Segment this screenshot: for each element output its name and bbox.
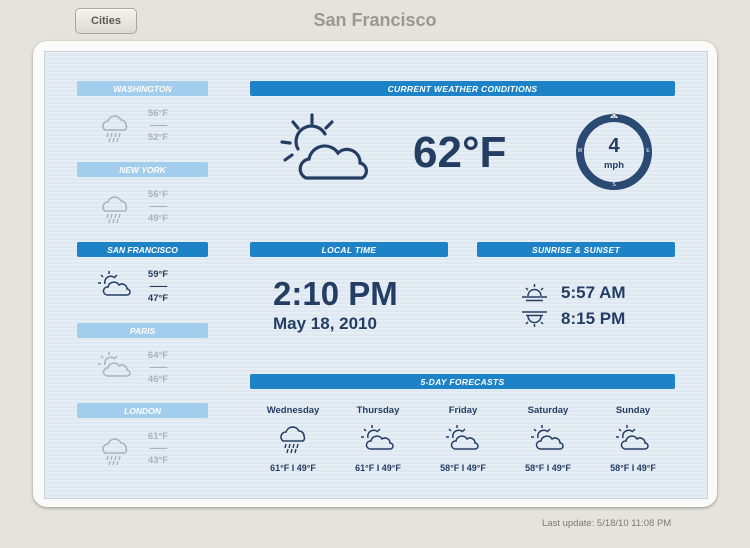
current-temperature: 62°F <box>413 128 507 177</box>
city-header-washington[interactable]: WASHINGTON <box>77 81 208 96</box>
forecast-temps: 58°F I 49°F <box>525 463 571 473</box>
sunrise-time: 5:57 AM <box>561 283 626 302</box>
navbar: Cities San Francisco <box>0 0 750 42</box>
city-header-san-francisco[interactable]: SAN FRANCISCO <box>77 242 208 257</box>
city-high: 56°F <box>147 108 169 119</box>
sunset-time: 8:15 PM <box>561 309 626 328</box>
partly-cloudy-icon <box>616 425 649 450</box>
rain-cloud-icon <box>102 438 128 466</box>
partly-cloudy-icon <box>98 352 131 377</box>
partly-cloudy-icon <box>531 425 564 450</box>
sunrise-icon <box>522 284 547 302</box>
forecast-temps: 61°F I 49°F <box>270 463 316 473</box>
partly-cloudy-icon <box>280 113 369 180</box>
city-low: 47°F <box>147 293 169 304</box>
forecast-day-name: Thursday <box>356 405 400 416</box>
forecast-temps: 58°F I 49°F <box>610 463 656 473</box>
wind-unit: mph <box>603 160 625 171</box>
city-low: 49°F <box>147 213 169 224</box>
partly-cloudy-icon <box>98 271 131 296</box>
last-update-label: Last update: 5/18/10 11:08 PM <box>542 518 672 529</box>
compass-north: N <box>612 115 616 121</box>
forecast-day-name: Sunday <box>615 405 651 416</box>
local-time: 2:10 PM <box>273 275 398 312</box>
city-temps-san-francisco: 59°F -------- 47°F <box>140 269 176 305</box>
forecast-day: Wednesday 61°F I 49°F <box>251 405 335 473</box>
city-temps-paris: 64°F -------- 46°F <box>140 350 176 386</box>
city-temps-new-york: 56°F -------- 49°F <box>140 189 176 225</box>
page-title: San Francisco <box>313 10 437 30</box>
city-temps-london: 61°F -------- 43°F <box>140 431 176 467</box>
temp-separator: -------- <box>149 362 167 373</box>
current-weather-header: CURRENT WEATHER CONDITIONS <box>250 81 675 96</box>
forecast-temps: 61°F I 49°F <box>355 463 401 473</box>
forecast-day-name: Saturday <box>527 405 569 416</box>
sunrise-row: 5:57 AM <box>522 282 626 304</box>
sunset-row: 8:15 PM <box>522 308 625 330</box>
sunset-icon <box>522 311 547 327</box>
forecast-day-name: Friday <box>448 405 478 416</box>
local-time-header: LOCAL TIME <box>250 242 448 257</box>
rain-cloud-icon <box>102 115 128 143</box>
temp-separator: -------- <box>149 120 167 131</box>
forecast-day: Friday 58°F I 49°F <box>421 405 505 473</box>
forecast-day-name: Wednesday <box>266 405 320 416</box>
rain-cloud-icon <box>280 426 306 454</box>
partly-cloudy-icon <box>446 425 479 450</box>
compass-east: E <box>646 148 650 154</box>
local-date: May 18, 2010 <box>273 314 377 333</box>
sunrise-sunset-header: SUNRISE & SUNSET <box>477 242 675 257</box>
city-high: 64°F <box>147 350 169 361</box>
forecast-day: Saturday 58°F I 49°F <box>506 405 590 473</box>
forecast-day: Sunday 58°F I 49°F <box>591 405 675 473</box>
city-header-london[interactable]: LONDON <box>77 403 208 418</box>
forecast-temps: 58°F I 49°F <box>440 463 486 473</box>
forecast-day: Thursday 61°F I 49°F <box>336 405 420 473</box>
city-low: 43°F <box>147 455 169 466</box>
temp-separator: -------- <box>149 281 167 292</box>
compass-south: S <box>612 182 616 188</box>
city-temps-washington: 56°F -------- 52°F <box>140 108 176 144</box>
city-low: 46°F <box>147 374 169 385</box>
city-high: 59°F <box>147 269 169 280</box>
forecast-header: 5-DAY FORECASTS <box>250 374 675 389</box>
temp-separator: -------- <box>149 443 167 454</box>
city-low: 52°F <box>147 132 169 143</box>
city-header-new-york[interactable]: NEW YORK <box>77 162 208 177</box>
city-high: 61°F <box>147 431 169 442</box>
wind-speed: 4 <box>608 135 620 157</box>
compass-west: W <box>577 148 583 154</box>
temp-separator: -------- <box>149 201 167 212</box>
city-high: 56°F <box>147 189 169 200</box>
partly-cloudy-icon <box>361 425 394 450</box>
city-header-paris[interactable]: PARIS <box>77 323 208 338</box>
rain-cloud-icon <box>102 196 128 224</box>
